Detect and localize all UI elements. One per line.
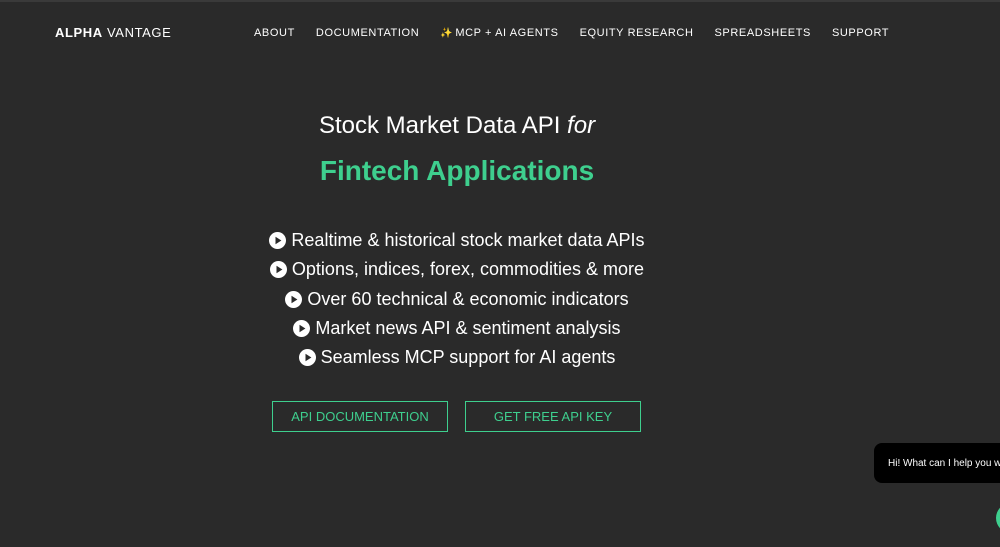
logo-thin-text: VANTAGE [107,25,172,40]
nav-item-label: SUPPORT [831,27,890,39]
feature-item: Over 60 technical & economic indicators [0,285,914,314]
top-nav: ABOUT DOCUMENTATION ✨ MCP + AI AGENTS EQ… [254,27,910,39]
page: ALPHA VANTAGE ABOUT DOCUMENTATION ✨ MCP … [0,0,1000,547]
play-circle-icon [269,261,287,279]
feature-item: Options, indices, forex, commodities & m… [0,255,914,284]
nav-item-spreadsheets[interactable]: SPREADSHEETS [715,27,811,39]
logo[interactable]: ALPHA VANTAGE [55,25,171,40]
nav-item-label: MCP + AI AGENTS [455,27,559,39]
api-documentation-button[interactable]: API DOCUMENTATION [272,401,448,432]
nav-item-equity-research[interactable]: EQUITY RESEARCH [580,27,694,39]
nav-item-support[interactable]: SUPPORT [832,27,889,39]
hero-title-main: Stock Market Data API [318,112,561,139]
feature-item: Seamless MCP support for AI agents [0,343,914,372]
play-circle-icon [293,320,311,338]
nav-item-about[interactable]: ABOUT [254,27,295,39]
chat-greeting-text: Hi! What can I help you w [888,457,1000,469]
feature-text: Realtime & historical stock market data … [291,230,645,251]
top-border [0,0,1000,2]
chat-greeting-bubble[interactable]: Hi! What can I help you w [874,443,1000,483]
chat-launcher-button[interactable] [996,503,1000,533]
feature-text: Options, indices, forex, commodities & m… [291,259,645,280]
get-free-api-key-button[interactable]: GET FREE API KEY [465,401,641,432]
nav-item-label: SPREADSHEETS [714,27,811,39]
nav-item-label: DOCUMENTATION [315,27,420,39]
logo-bold-text: ALPHA [55,25,103,40]
nav-item-mcp-ai-agents[interactable]: ✨ MCP + AI AGENTS [440,27,558,39]
hero-title: Stock Market Data API for [0,112,914,140]
feature-item: Realtime & historical stock market data … [0,226,914,255]
feature-text: Seamless MCP support for AI agents [320,347,616,368]
feature-item: Market news API & sentiment analysis [0,314,914,343]
nav-item-label: EQUITY RESEARCH [579,27,694,39]
feature-list: Realtime & historical stock market data … [0,226,914,372]
play-circle-icon [269,232,287,250]
hero-subtitle: Fintech Applications [319,155,595,186]
play-circle-icon [285,290,303,308]
hero-title-em: for [567,112,596,139]
play-circle-icon [298,349,316,367]
feature-text: Over 60 technical & economic indicators [307,288,629,309]
feature-text: Market news API & sentiment analysis [315,318,621,339]
sparkles-icon: ✨ [440,27,454,39]
nav-item-documentation[interactable]: DOCUMENTATION [316,27,419,39]
nav-item-label: ABOUT [254,27,295,39]
